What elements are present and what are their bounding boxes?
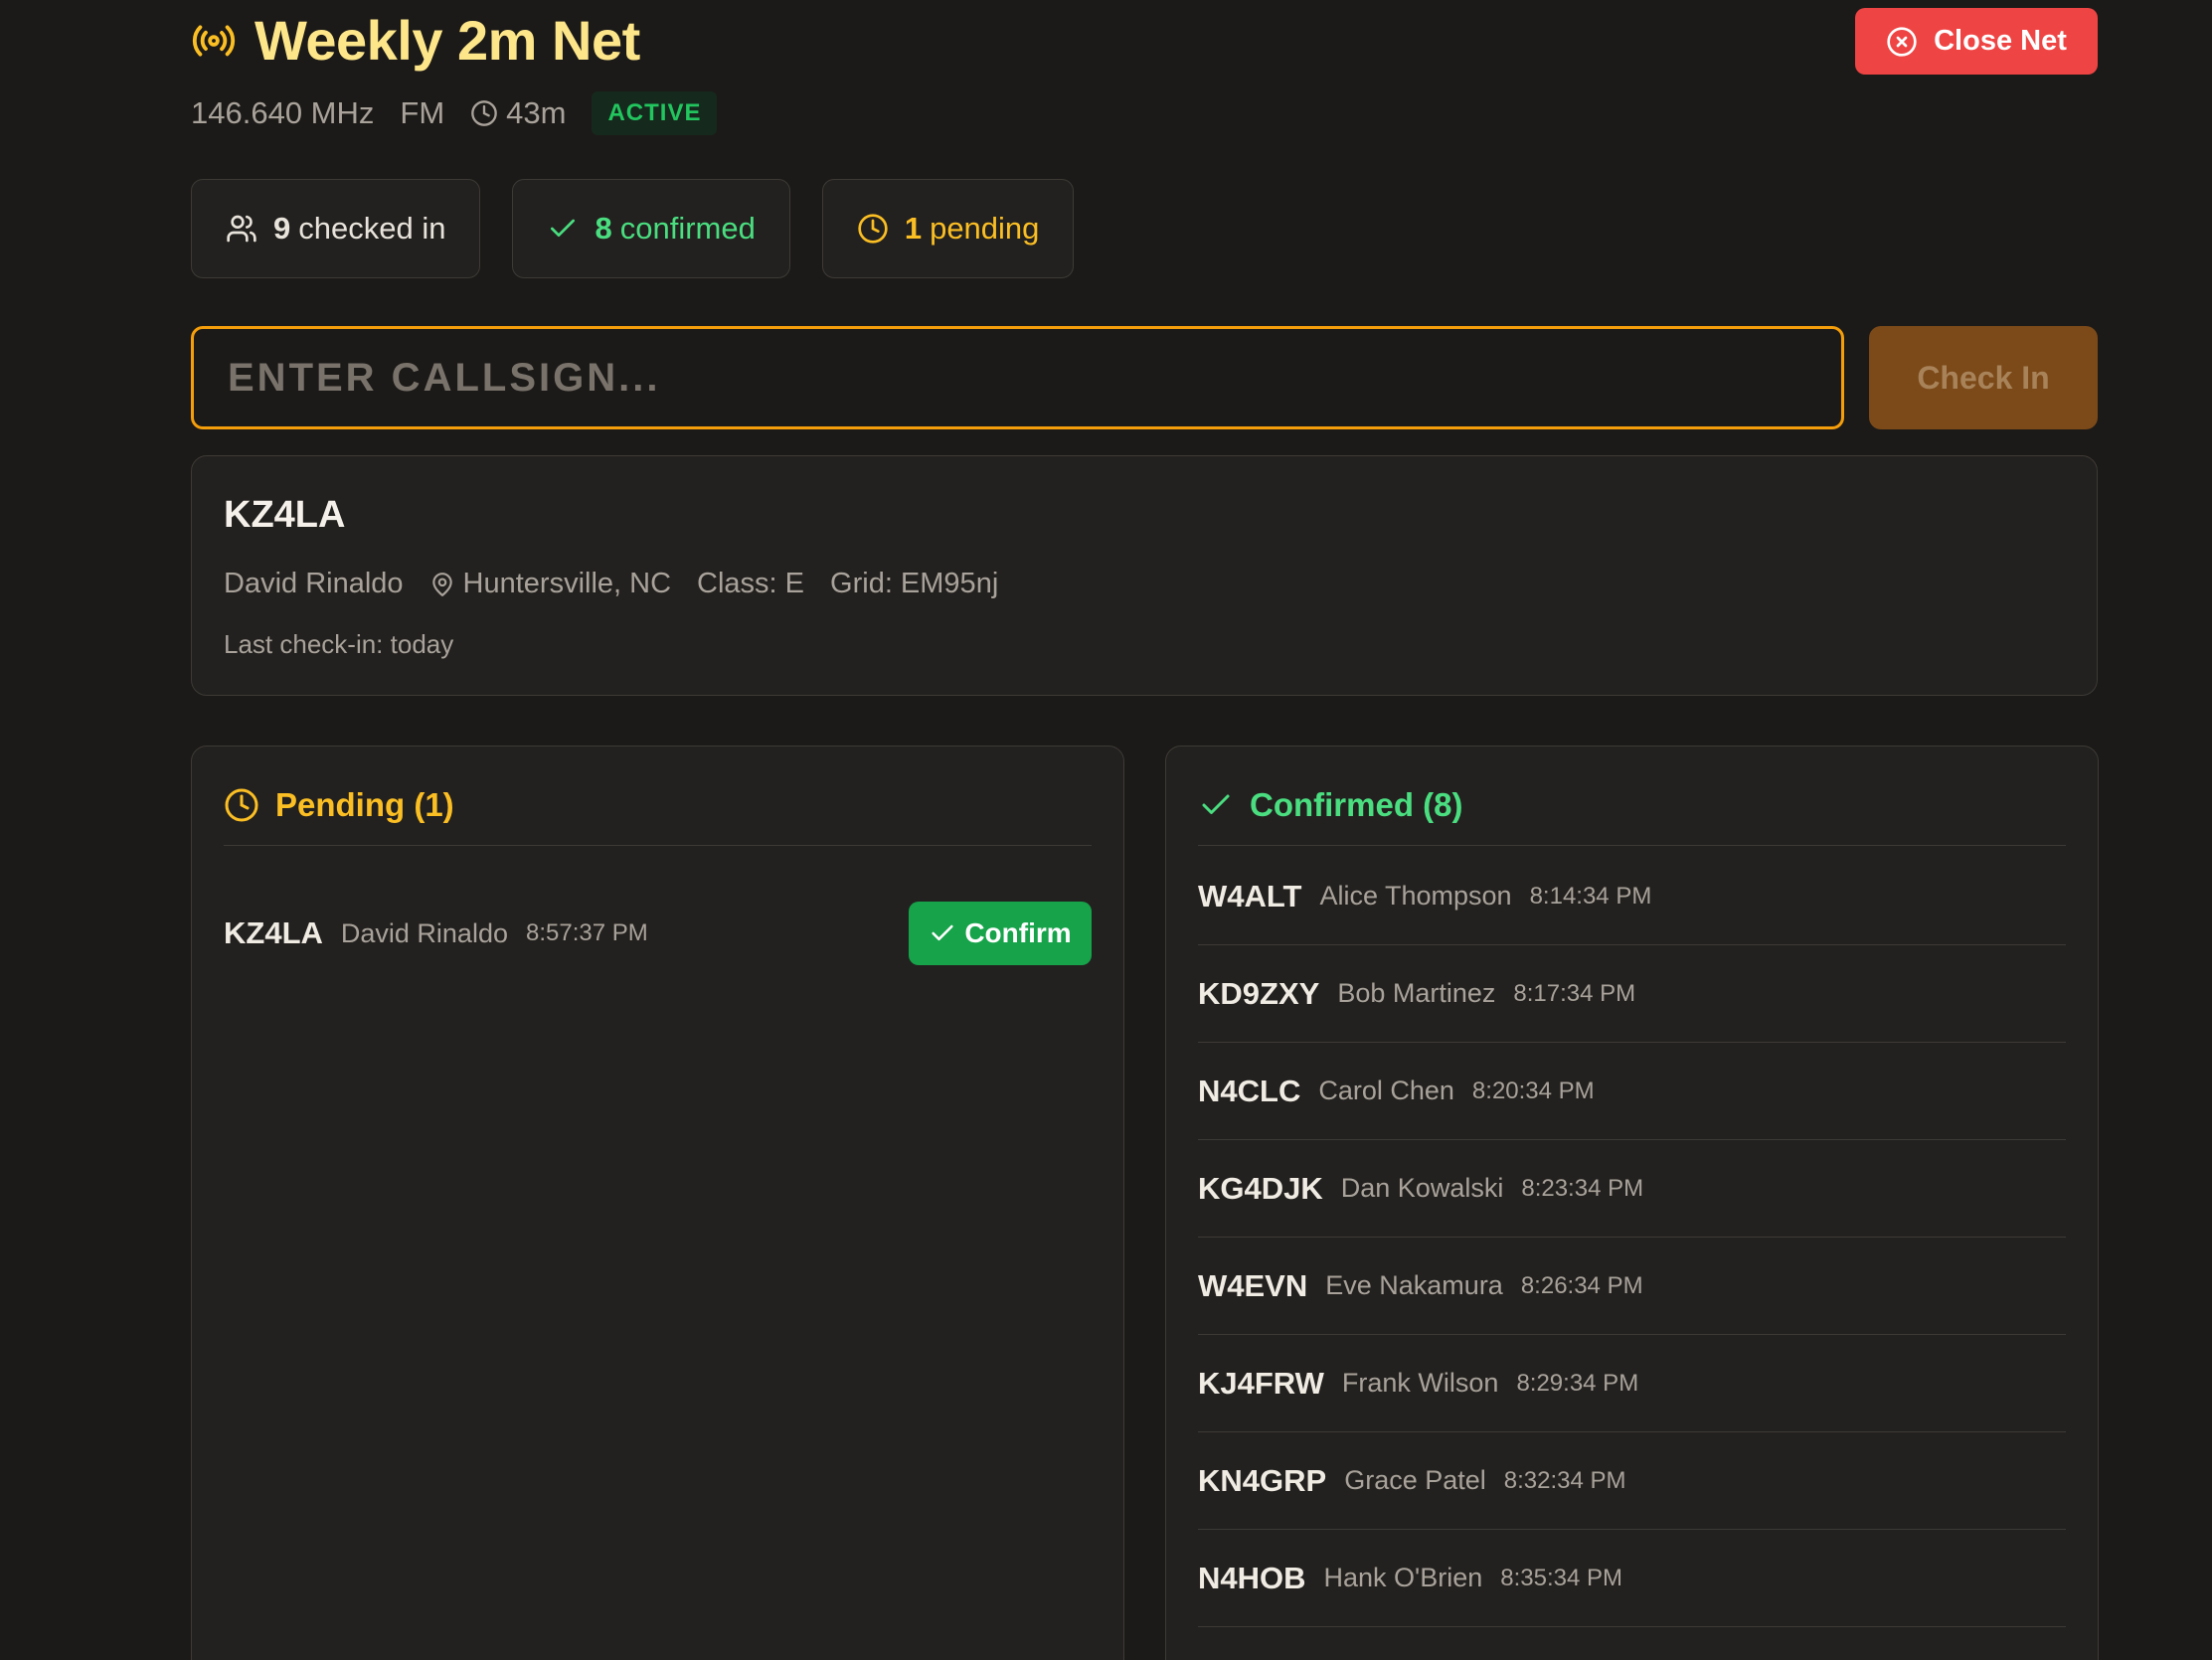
confirmed-callsign: KG4DJK [1198,1170,1323,1206]
confirmed-callsign: N4HOB [1198,1560,1306,1595]
confirmed-panel: Confirmed (8) W4ALT Alice Thompson 8:14:… [1165,746,2099,1660]
confirmed-callsign: KJ4FRW [1198,1365,1324,1401]
check-icon [547,213,579,245]
pending-count: 1 [904,211,923,246]
confirmed-name: Carol Chen [1318,1076,1454,1105]
lookup-grid: Grid: EM95nj [830,568,999,599]
confirmed-callsign: KD9ZXY [1198,975,1320,1011]
confirmed-header: Confirmed (8) [1198,776,2066,846]
list-item: KD9ZXY Bob Martinez 8:17:34 PM [1198,945,2066,1043]
confirmed-name: Frank Wilson [1341,1368,1499,1398]
check-in-button[interactable]: Check In [1869,326,2098,429]
confirmed-time: 8:20:34 PM [1471,1077,1595,1104]
confirmed-label: confirmed [619,211,756,246]
pending-item: KZ4LA David Rinaldo 8:57:37 PM Confirm [224,902,1092,965]
pending-title: Pending (1) [275,785,454,823]
lookup-callsign: KZ4LA [224,494,346,536]
confirmed-name: Bob Martinez [1337,978,1496,1008]
confirmed-callsign: W4ALT [1198,878,1302,913]
pending-callsign: KZ4LA [224,915,323,950]
lookup-info: David Rinaldo Huntersville, NC Class: E … [224,568,998,600]
list-item: KG4DJK Dan Kowalski 8:23:34 PM [1198,1140,2066,1238]
confirmed-callsign: N4CLC [1198,1073,1301,1108]
close-net-label: Close Net [1934,25,2067,57]
checked-in-label: checked in [298,211,446,246]
title-row: Weekly 2m Net [191,8,640,73]
list-item: W4EVN Eve Nakamura 8:26:34 PM [1198,1238,2066,1335]
confirmed-name: Hank O'Brien [1323,1563,1483,1592]
stat-checked-in: 9 checked in [191,179,481,278]
confirmed-time: 8:17:34 PM [1513,979,1636,1007]
list-item: KN4GRP Grace Patel 8:32:34 PM [1198,1432,2066,1530]
confirmed-time: 8:26:34 PM [1520,1271,1643,1299]
page-title: Weekly 2m Net [255,9,640,72]
lookup-location: Huntersville, NC [462,568,672,599]
confirm-button[interactable]: Confirm [909,902,1092,965]
callsign-lookup-card: KZ4LA David Rinaldo Huntersville, NC Cla… [191,455,2098,696]
pending-name: David Rinaldo [340,917,508,948]
confirmed-time: 8:35:34 PM [1500,1564,1622,1591]
lookup-class: Class: E [697,568,805,599]
map-pin-icon [429,572,455,597]
stat-confirmed: 8 confirmed [512,179,790,278]
clock-icon [857,213,889,245]
clock-icon [470,99,498,127]
net-header: Weekly 2m Net 146.640 MHz FM 43m ACTIVE … [191,0,2098,159]
list-item: KJ4FRW Frank Wilson 8:29:34 PM [1198,1335,2066,1432]
confirmed-name: Alice Thompson [1319,881,1512,911]
confirmed-callsign: W4EVN [1198,1267,1308,1303]
clock-icon [224,787,259,823]
pending-panel: Pending (1) KZ4LA David Rinaldo 8:57:37 … [191,746,1124,1660]
net-control-page: Weekly 2m Net 146.640 MHz FM 43m ACTIVE … [0,0,2212,1660]
confirmed-name: Eve Nakamura [1325,1270,1503,1300]
stat-pending: 1 pending [821,179,1075,278]
confirmed-name: Dan Kowalski [1340,1173,1504,1203]
callsign-input[interactable] [191,326,1844,429]
frequency: 146.640 MHz [191,95,375,130]
mode: FM [400,95,445,130]
confirmed-title: Confirmed (8) [1250,785,1463,823]
check-icon [1198,787,1234,823]
list-item: N4HOB Hank O'Brien 8:35:34 PM [1198,1530,2066,1627]
pending-label: pending [930,211,1040,246]
confirmed-time: 8:32:34 PM [1503,1466,1626,1494]
pending-time: 8:57:37 PM [525,919,648,946]
radio-broadcast-icon [191,18,237,64]
circle-x-icon [1886,26,1918,58]
confirmed-time: 8:14:34 PM [1529,882,1652,910]
check-icon [929,919,956,947]
confirm-label: Confirm [964,917,1072,948]
confirmed-list: W4ALT Alice Thompson 8:14:34 PM KD9ZXY B… [1198,848,2066,1627]
confirmed-time: 8:23:34 PM [1521,1174,1644,1202]
pending-header: Pending (1) [224,776,1092,846]
lookup-last-checkin: Last check-in: today [224,629,454,659]
close-net-button[interactable]: Close Net [1855,8,2098,75]
stats-bar: 9 checked in 8 confirmed 1 pending [191,179,1075,278]
confirmed-callsign: KN4GRP [1198,1462,1327,1498]
lookup-name: David Rinaldo [224,568,404,599]
net-duration: 43m [506,95,567,130]
status-badge: ACTIVE [592,91,718,135]
checked-in-count: 9 [273,211,291,246]
confirmed-name: Grace Patel [1344,1465,1486,1495]
confirmed-time: 8:29:34 PM [1516,1369,1639,1397]
confirmed-count: 8 [595,211,612,246]
users-icon [226,213,257,245]
net-meta: 146.640 MHz FM 43m ACTIVE [191,91,718,135]
list-item: W4ALT Alice Thompson 8:14:34 PM [1198,848,2066,945]
list-item: N4CLC Carol Chen 8:20:34 PM [1198,1043,2066,1140]
